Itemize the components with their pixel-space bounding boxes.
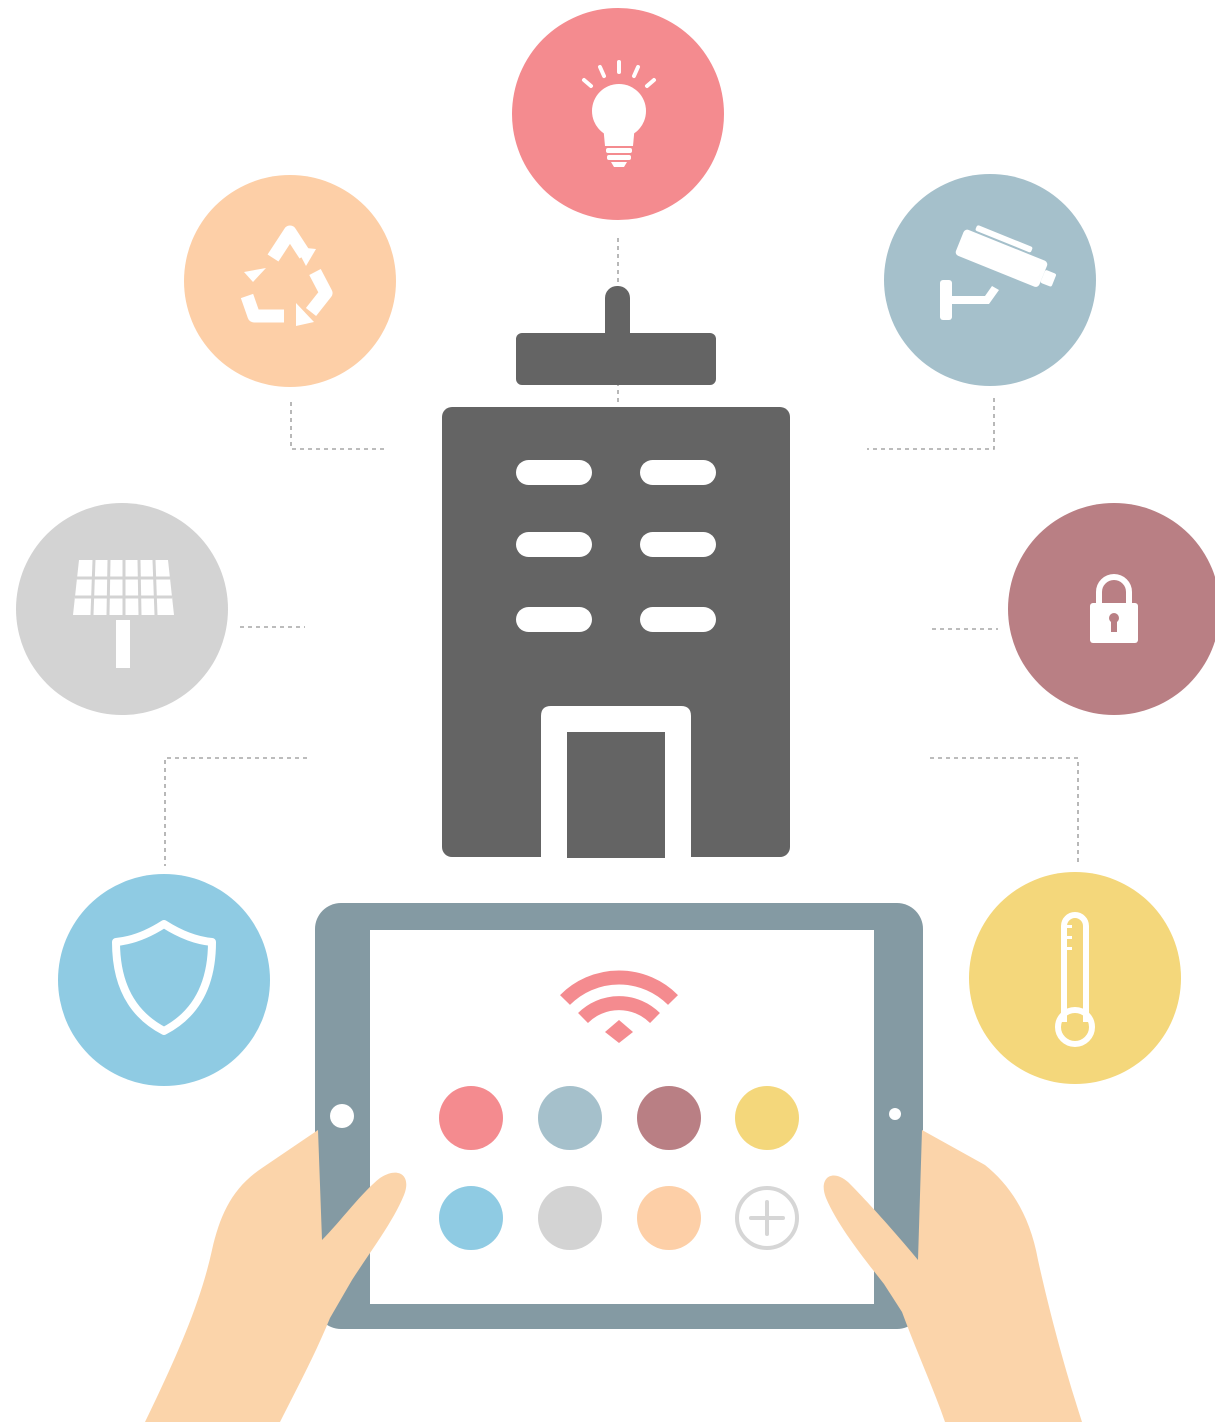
lock-feature — [1008, 503, 1215, 715]
solar-panel-feature — [16, 503, 228, 715]
app-dot-lock[interactable] — [637, 1086, 701, 1150]
tablet — [315, 903, 923, 1329]
connector-camera — [867, 398, 995, 450]
connector-recycling — [290, 402, 385, 450]
office-building — [442, 286, 790, 858]
thermometer-circle — [969, 872, 1181, 1084]
app-dot-thermometer[interactable] — [735, 1086, 799, 1150]
camera-circle — [884, 174, 1096, 386]
shield-circle — [58, 874, 270, 1086]
recycling-feature — [184, 175, 396, 387]
building-roof — [516, 333, 716, 385]
app-dot-recycling[interactable] — [637, 1186, 701, 1250]
building-window — [640, 532, 716, 557]
app-dot-shield[interactable] — [439, 1186, 503, 1250]
app-dot-camera[interactable] — [538, 1086, 602, 1150]
tablet-camera — [330, 1104, 354, 1128]
building-window — [640, 460, 716, 485]
shield-feature — [58, 874, 270, 1086]
lighting-feature — [512, 8, 724, 220]
recycling-circle — [184, 175, 396, 387]
tablet-home-button[interactable] — [889, 1108, 901, 1120]
building-window — [516, 460, 592, 485]
app-dot-solar[interactable] — [538, 1186, 602, 1250]
thermometer-feature — [969, 872, 1181, 1084]
building-door — [567, 732, 665, 858]
connector-thermometer — [930, 757, 1079, 862]
app-dot-lighting[interactable] — [439, 1086, 503, 1150]
smart-building-illustration — [16, 8, 1215, 1422]
building-window — [516, 532, 592, 557]
connector-shield — [164, 757, 307, 866]
add-device-button[interactable] — [735, 1186, 799, 1250]
building-window — [640, 607, 716, 632]
security-camera-feature — [884, 174, 1096, 386]
building-window — [516, 607, 592, 632]
